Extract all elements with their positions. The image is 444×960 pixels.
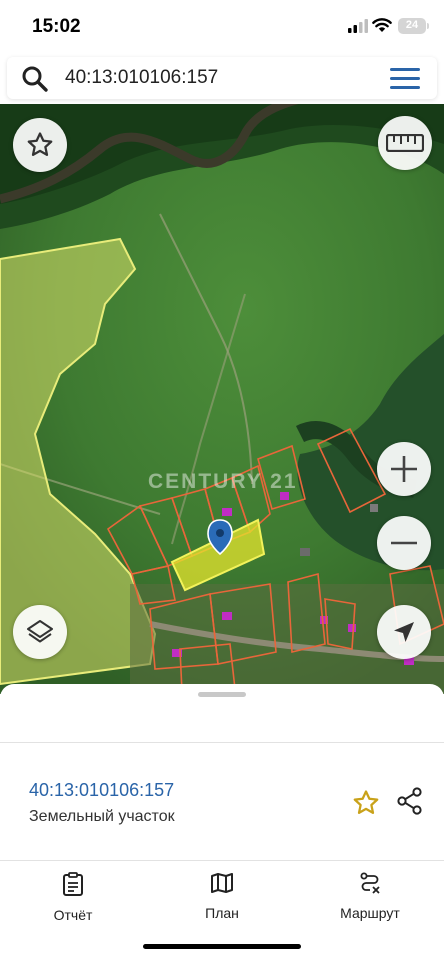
tab-label: Маршрут (340, 905, 400, 921)
cellular-signal-icon (348, 19, 368, 33)
wifi-icon (372, 18, 392, 32)
home-indicator[interactable] (143, 944, 301, 949)
zoom-in-button[interactable] (377, 442, 431, 496)
favorite-button[interactable] (13, 118, 67, 172)
battery-icon: 24 (398, 18, 426, 34)
navigation-arrow-icon (394, 622, 414, 642)
parcel-type: Земельный участок (29, 808, 175, 825)
tab-label: План (205, 905, 239, 921)
sheet-drag-handle[interactable] (198, 692, 246, 697)
battery-level: 24 (405, 19, 419, 31)
minus-icon (391, 541, 417, 545)
ruler-button[interactable] (378, 116, 432, 170)
layers-icon (27, 620, 53, 643)
bottom-sheet[interactable]: 40:13:010106:157 Земельный участок Отчёт… (0, 684, 444, 960)
report-icon (63, 872, 83, 896)
tab-route[interactable]: Маршрут (315, 872, 425, 921)
share-icon[interactable] (396, 786, 424, 816)
star-icon (27, 132, 53, 156)
route-icon (360, 872, 380, 894)
search-input[interactable]: 40:13:010106:157 (65, 67, 218, 89)
divider (0, 860, 444, 861)
map-view[interactable] (0, 104, 444, 694)
map-plan-icon (211, 873, 233, 893)
satellite-map[interactable] (0, 104, 444, 694)
search-icon[interactable] (21, 65, 49, 93)
ruler-icon (386, 134, 424, 152)
favorite-star-icon[interactable] (351, 788, 381, 818)
my-location-button[interactable] (377, 605, 431, 659)
layers-button[interactable] (13, 605, 67, 659)
menu-icon[interactable] (390, 68, 420, 89)
divider (0, 742, 444, 743)
parcel-cadastral-number[interactable]: 40:13:010106:157 (29, 780, 174, 801)
tab-report[interactable]: Отчёт (18, 872, 128, 923)
battery-nub (427, 23, 429, 29)
plus-icon (391, 456, 417, 482)
search-bar[interactable]: 40:13:010106:157 (7, 57, 437, 99)
tab-label: Отчёт (53, 907, 93, 923)
zoom-out-button[interactable] (377, 516, 431, 570)
status-time: 15:02 (32, 16, 81, 37)
tab-plan[interactable]: План (167, 872, 277, 921)
status-bar: 15:02 24 (0, 0, 444, 54)
map-watermark: CENTURY 21 (148, 470, 298, 493)
